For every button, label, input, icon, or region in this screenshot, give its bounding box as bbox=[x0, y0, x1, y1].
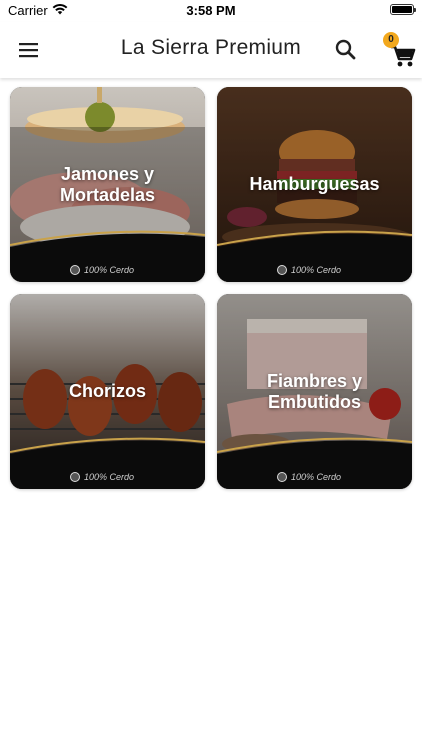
app-bar: La Sierra Premium 0 bbox=[0, 22, 422, 78]
battery-icon bbox=[390, 4, 416, 15]
search-button[interactable] bbox=[332, 36, 360, 64]
badge-label: 100% Cerdo bbox=[291, 265, 342, 275]
category-card-fiambres[interactable]: Fiambres y Embutidos 100% Cerdo bbox=[217, 294, 412, 489]
category-title: Jamones y Mortadelas bbox=[59, 163, 156, 205]
category-title: Fiambres y Embutidos bbox=[266, 370, 363, 412]
category-card-chorizos[interactable]: Chorizos 100% Cerdo bbox=[10, 294, 205, 489]
category-card-jamones[interactable]: Jamones y Mortadelas 100% Cerdo bbox=[10, 87, 205, 282]
category-title: Chorizos bbox=[68, 381, 146, 401]
pig-icon bbox=[70, 472, 80, 482]
cart-count-badge: 0 bbox=[383, 32, 399, 48]
clock: 3:58 PM bbox=[186, 3, 236, 18]
pork-badge: 100% Cerdo bbox=[277, 470, 341, 484]
status-bar: Carrier 3:58 PM bbox=[0, 0, 422, 22]
pork-badge: 100% Cerdo bbox=[277, 263, 341, 277]
category-title: Hamburguesas bbox=[249, 174, 380, 194]
badge-label: 100% Cerdo bbox=[84, 265, 135, 275]
pork-badge: 100% Cerdo bbox=[70, 263, 134, 277]
badge-label: 100% Cerdo bbox=[291, 472, 342, 482]
pig-icon bbox=[70, 265, 80, 275]
search-icon bbox=[335, 39, 356, 60]
badge-label: 100% Cerdo bbox=[84, 472, 135, 482]
category-card-hamburguesas[interactable]: Hamburguesas 100% Cerdo bbox=[217, 87, 412, 282]
pig-icon bbox=[277, 265, 287, 275]
pork-badge: 100% Cerdo bbox=[70, 470, 134, 484]
pig-icon bbox=[277, 472, 287, 482]
